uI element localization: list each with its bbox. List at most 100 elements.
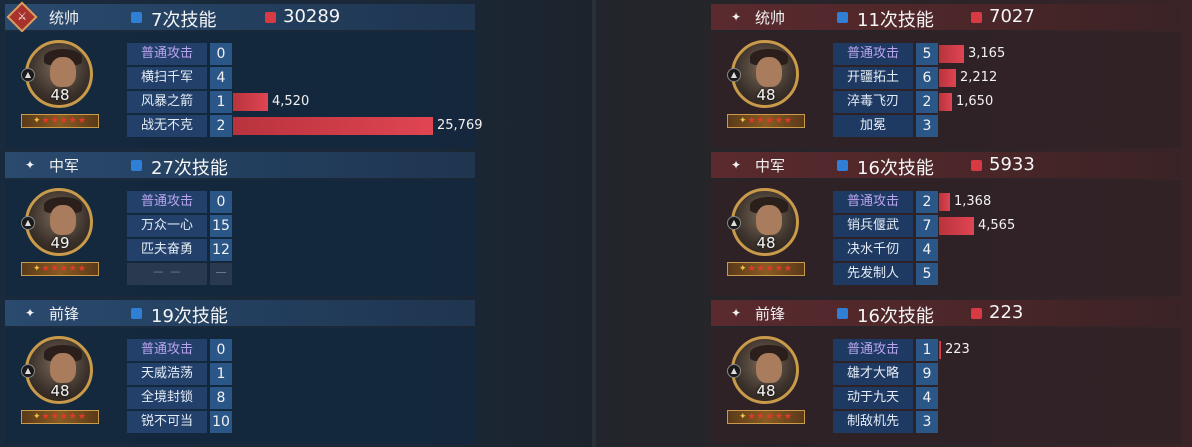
skill-damage: 2,212 xyxy=(960,70,998,85)
stars: ★★★★★ xyxy=(41,412,87,422)
damage-bar xyxy=(939,45,964,63)
skill-cast-count: 15 xyxy=(210,215,232,237)
damage-bar xyxy=(233,93,268,111)
skill-name: 淬毒飞刃 xyxy=(833,91,913,113)
skill-damage: 4,520 xyxy=(272,94,310,109)
skill-row[interactable]: 制敌机先 3 xyxy=(833,410,1173,434)
skill-cast-count: － xyxy=(210,263,232,285)
skill-count-icon xyxy=(131,12,142,23)
sparkle-icon: ✦ xyxy=(24,158,36,172)
skill-cast-count: 3 xyxy=(916,411,938,433)
skill-damage: 1,650 xyxy=(956,94,994,109)
skill-row[interactable]: 天威浩荡 1 xyxy=(127,362,467,386)
panel-body: ▲ 48 ✦★★★★★ 普通攻击 5 3,165 开疆拓土 6 2,212 淬毒飞刃 2 1,650 加… xyxy=(711,32,1181,148)
skill-cast-count: 0 xyxy=(210,339,232,361)
camp-icon: ▲ xyxy=(21,216,35,230)
skill-row[interactable]: 普通攻击 1 223 xyxy=(833,338,1173,362)
skill-row[interactable]: 普通攻击 0 xyxy=(127,42,467,66)
panel-body: ▲ 48 ✦★★★★★ 普通攻击 0 横扫千军 4 风暴之箭 1 4,520 战无不克 2 25,769 xyxy=(5,32,483,148)
skill-name: 普通攻击 xyxy=(127,43,207,65)
skill-row[interactable]: 匹夫奋勇 12 xyxy=(127,238,467,262)
skill-name: 横扫千军 xyxy=(127,67,207,89)
general-portrait[interactable]: ▲ 48 ✦★★★★★ xyxy=(727,40,805,130)
role-label: 统帅 xyxy=(755,9,786,27)
skill-count-icon xyxy=(837,160,848,171)
skill-list: 普通攻击 5 3,165 开疆拓土 6 2,212 淬毒飞刃 2 1,650 加冕 3 xyxy=(833,42,1173,138)
skill-count: 11次技能 xyxy=(857,10,934,31)
role-label: 前锋 xyxy=(755,305,786,323)
general-panel-2: ✦ 前锋 19次技能 ▲ 48 ✦★★★★★ 普通攻击 0 天威浩荡 1 全境封锁 8 锐不可当 10 xyxy=(5,300,475,446)
panel-header: ⚔ 统帅 7次技能 30289 xyxy=(5,1,475,33)
panel-body: ▲ 48 ✦★★★★★ 普通攻击 0 天威浩荡 1 全境封锁 8 锐不可当 10 xyxy=(5,328,475,444)
skill-row[interactable]: 普通攻击 2 1,368 xyxy=(833,190,1173,214)
damage-bar xyxy=(233,117,433,135)
skill-name: 动于九天 xyxy=(833,387,913,409)
skill-row[interactable]: 决水千仞 4 xyxy=(833,238,1173,262)
skill-row[interactable]: 普通攻击 0 xyxy=(127,190,467,214)
skill-row[interactable]: 全境封锁 8 xyxy=(127,386,467,410)
skill-cast-count: 0 xyxy=(210,43,232,65)
skill-count: 19次技能 xyxy=(151,306,228,327)
skill-row[interactable]: 锐不可当 10 xyxy=(127,410,467,434)
sparkle-icon: ✦ xyxy=(730,10,742,24)
general-panel-1: ✦ 中军 27次技能 ▲ 49 ✦★★★★★ 普通攻击 0 万众一心 15 匹夫奋勇 12 － －－ xyxy=(5,152,475,298)
star-rating: ✦★★★★★ xyxy=(21,262,99,276)
panel-body: ▲ 49 ✦★★★★★ 普通攻击 0 万众一心 15 匹夫奋勇 12 － －－ xyxy=(5,180,475,296)
skill-cast-count: 5 xyxy=(916,43,938,65)
sparkle-icon: ✦ xyxy=(730,306,742,320)
skill-row[interactable]: 淬毒飞刃 2 1,650 xyxy=(833,90,1173,114)
camp-icon: ▲ xyxy=(727,68,741,82)
skill-cast-count: 4 xyxy=(916,239,938,261)
right-team: ✦ 统帅 11次技能 7027 ▲ 48 ✦★★★★★ 普通攻击 5 3,165 开疆拓土 6 2,21… xyxy=(596,0,1192,447)
skill-row[interactable]: 风暴之箭 1 4,520 xyxy=(127,90,467,114)
general-level: 48 xyxy=(50,382,70,400)
skill-row[interactable]: 普通攻击 5 3,165 xyxy=(833,42,1173,66)
skill-row[interactable]: 先发制人 5 xyxy=(833,262,1173,286)
star-rating: ✦★★★★★ xyxy=(21,114,99,128)
panel-header: ✦ 前锋 19次技能 xyxy=(5,300,475,327)
skill-name: 普通攻击 xyxy=(833,191,913,213)
skill-name: 万众一心 xyxy=(127,215,207,237)
skill-name: 先发制人 xyxy=(833,263,913,285)
skill-name: 风暴之箭 xyxy=(127,91,207,113)
skill-row[interactable]: 战无不克 2 25,769 xyxy=(127,114,483,138)
camp-icon: ▲ xyxy=(727,216,741,230)
general-portrait[interactable]: ▲ 49 ✦★★★★★ xyxy=(21,188,99,278)
skill-cast-count: 1 xyxy=(210,91,232,113)
damage-bar xyxy=(939,341,941,359)
skill-row[interactable]: 雄才大略 9 xyxy=(833,362,1173,386)
skill-row[interactable]: 万众一心 15 xyxy=(127,214,467,238)
general-portrait[interactable]: ▲ 48 ✦★★★★★ xyxy=(21,40,99,130)
skill-cast-count: 4 xyxy=(916,387,938,409)
general-portrait[interactable]: ▲ 48 ✦★★★★★ xyxy=(21,336,99,426)
stars: ★★★★★ xyxy=(41,264,87,274)
general-portrait[interactable]: ▲ 48 ✦★★★★★ xyxy=(727,336,805,426)
skill-name: 匹夫奋勇 xyxy=(127,239,207,261)
role-label: 统帅 xyxy=(49,9,80,27)
skill-count-icon xyxy=(131,160,142,171)
skill-row[interactable]: 销兵偃武 7 4,565 xyxy=(833,214,1173,238)
damage-bar xyxy=(939,217,974,235)
total-damage: 223 xyxy=(989,302,1024,323)
skill-cast-count: 10 xyxy=(210,411,232,433)
damage-bar xyxy=(939,69,956,87)
skill-row[interactable]: 加冕 3 xyxy=(833,114,1173,138)
skill-list: 普通攻击 1 223 雄才大略 9 动于九天 4 制敌机先 3 xyxy=(833,338,1173,434)
skill-cast-count: 1 xyxy=(916,339,938,361)
skill-name: 普通攻击 xyxy=(833,43,913,65)
star-rating: ✦★★★★★ xyxy=(21,410,99,424)
skill-row[interactable]: 横扫千军 4 xyxy=(127,66,467,90)
sparkle-icon: ✦ xyxy=(24,306,36,320)
skill-row[interactable]: 动于九天 4 xyxy=(833,386,1173,410)
skill-cast-count: 0 xyxy=(210,191,232,213)
left-team: ⚔ 统帅 7次技能 30289 ▲ 48 ✦★★★★★ 普通攻击 0 横扫千军 4 风暴之箭 1 4,52… xyxy=(0,0,592,447)
skill-row[interactable]: 开疆拓土 6 2,212 xyxy=(833,66,1173,90)
total-damage: 30289 xyxy=(283,6,341,27)
damage-bar xyxy=(939,93,952,111)
skill-row[interactable]: 普通攻击 0 xyxy=(127,338,467,362)
panel-body: ▲ 48 ✦★★★★★ 普通攻击 1 223 雄才大略 9 动于九天 4 制敌机先 3 xyxy=(711,328,1181,444)
general-portrait[interactable]: ▲ 48 ✦★★★★★ xyxy=(727,188,805,278)
skill-name: 决水千仞 xyxy=(833,239,913,261)
skill-damage: 4,565 xyxy=(978,218,1016,233)
skill-row[interactable]: － －－ xyxy=(127,262,467,286)
